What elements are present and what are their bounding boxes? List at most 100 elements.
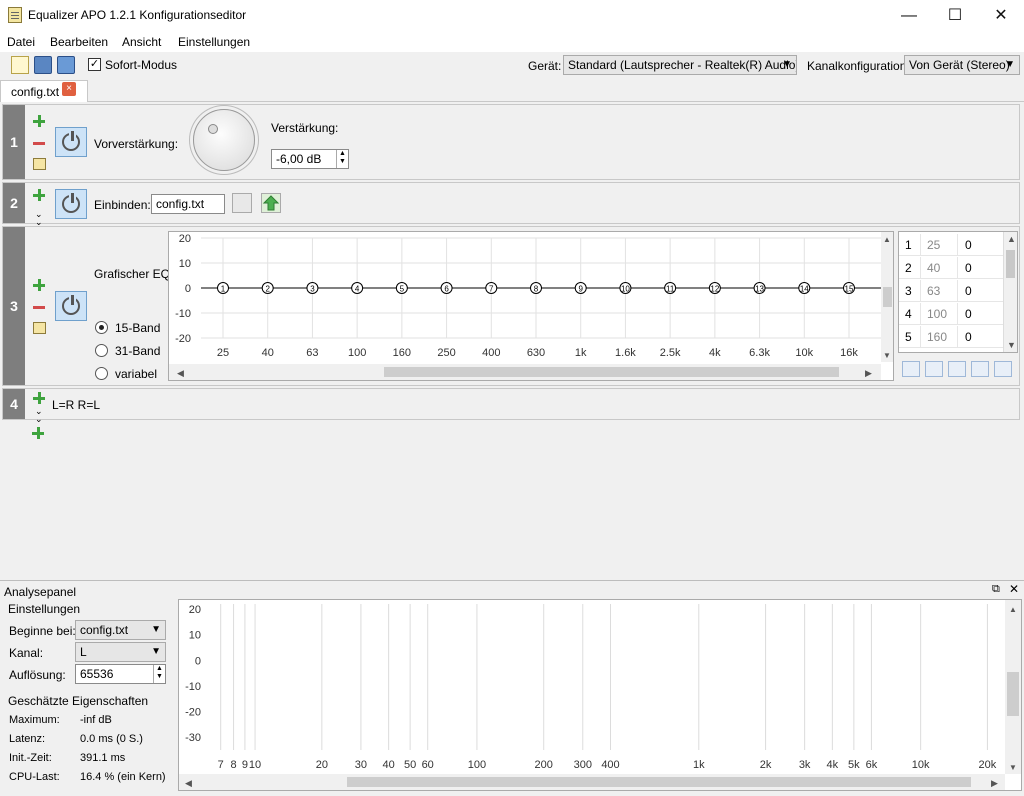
eq-y-tick: 20 — [179, 233, 191, 245]
add-icon[interactable] — [33, 115, 45, 127]
analysis-x-tick: 6k — [866, 759, 878, 771]
eq-x-tick: 25 — [217, 347, 229, 359]
eq-band-label: 12 — [710, 285, 719, 294]
analysis-x-tick: 20 — [316, 759, 328, 771]
analysis-y-tick: -30 — [185, 732, 201, 744]
channel-config-select[interactable]: Von Gerät (Stereo) ▼ — [904, 55, 1020, 75]
radio-31-band[interactable] — [95, 344, 108, 357]
power-toggle[interactable] — [55, 127, 87, 157]
expand-icon[interactable]: ⌄ ⌄ — [35, 407, 43, 424]
eq-x-tick: 40 — [262, 347, 274, 359]
scroll-thumb[interactable] — [1006, 250, 1015, 278]
menu-settings[interactable]: Einstellungen — [178, 35, 250, 49]
undock-icon[interactable]: ⧉ — [992, 583, 1000, 596]
invert-response-icon[interactable] — [948, 361, 966, 377]
add-filter-icon[interactable] — [32, 427, 44, 439]
normalize-response-icon[interactable] — [971, 361, 989, 377]
include-file-input[interactable]: config.txt — [151, 194, 225, 214]
close-panel-icon[interactable]: ✕ — [1009, 582, 1019, 596]
eq-band-label: 3 — [310, 285, 315, 294]
start-select[interactable]: config.txt ▼ — [75, 620, 166, 640]
eq-table-row[interactable]: 1 25 0 — [899, 234, 1003, 256]
radio-15-band[interactable] — [95, 321, 108, 334]
eq-table-gain[interactable]: 0 — [965, 307, 972, 321]
minimize-button[interactable]: — — [886, 0, 932, 31]
prop-init-label: Init.-Zeit: — [9, 752, 52, 764]
add-icon[interactable] — [33, 279, 45, 291]
expand-icon[interactable]: ⌄ ⌄ — [35, 210, 43, 227]
instant-mode-checkbox[interactable]: ✓ — [88, 58, 101, 71]
eq-band-label: 2 — [265, 285, 270, 294]
eq-band-label: 7 — [489, 285, 494, 294]
include-label: Einbinden: — [94, 198, 151, 212]
remove-icon[interactable] — [33, 306, 45, 309]
eq-table-row[interactable]: 5 160 0 — [899, 326, 1003, 348]
eq-table-frequency[interactable]: 160 — [927, 330, 947, 344]
add-icon[interactable] — [33, 189, 45, 201]
eq-table-frequency[interactable]: 40 — [927, 261, 940, 275]
analysis-plot[interactable]: 7 8 9 10 20 30 40 50 60 100 200 300 400 1k 2k 3k 4k 5k 6k 1… — [178, 599, 1022, 791]
eq-table-frequency[interactable]: 25 — [927, 238, 940, 252]
eq-table-index: 3 — [905, 284, 912, 298]
add-icon[interactable] — [33, 392, 45, 404]
scroll-up-icon[interactable]: ▲ — [1007, 234, 1016, 244]
radio-variable[interactable] — [95, 367, 108, 380]
power-toggle[interactable] — [55, 189, 87, 219]
save-preset-icon[interactable] — [902, 361, 920, 377]
menu-file[interactable]: Datei — [7, 35, 35, 49]
arrow-up-icon[interactable] — [261, 193, 281, 213]
filter-row-graphic-eq: 3 Grafischer EQ: 15-Band 31-Band variabe… — [2, 226, 1020, 386]
eq-table-row[interactable]: 2 40 0 — [899, 257, 1003, 279]
menu-edit[interactable]: Bearbeiten — [50, 35, 108, 49]
analysis-panel: Analysepanel ⧉ ✕ Einstellungen Beginne b… — [0, 580, 1024, 796]
eq-table-gain[interactable]: 0 — [965, 330, 972, 344]
spin-arrows[interactable]: ▲ ▼ — [153, 665, 165, 683]
channel-config-label: Kanalkonfiguration: — [807, 59, 910, 73]
eq-table-divider — [957, 234, 958, 256]
eq-table-divider — [957, 257, 958, 279]
eq-x-tick: 2.5k — [660, 347, 681, 359]
save-icon[interactable] — [34, 56, 52, 74]
eq-table-row[interactable]: 4 100 0 — [899, 303, 1003, 325]
reset-response-icon[interactable] — [994, 361, 1012, 377]
close-tab-icon[interactable]: × — [62, 82, 76, 96]
eq-y-tick: 0 — [185, 283, 191, 295]
eq-band-label: 13 — [755, 285, 764, 294]
scroll-down-icon[interactable]: ▼ — [1007, 340, 1016, 350]
edit-icon[interactable] — [33, 158, 46, 170]
save-as-icon[interactable] — [57, 56, 75, 74]
remove-icon[interactable] — [33, 142, 45, 145]
channel-select[interactable]: L ▼ — [75, 642, 166, 662]
maximize-button[interactable]: ☐ — [932, 0, 978, 31]
new-file-icon[interactable] — [11, 56, 29, 74]
gain-spinbox[interactable]: -6,00 dB ▲ ▼ — [271, 149, 349, 169]
eq-chart[interactable]: 20100-10-2025 40 63 100 160 250 400 630 1k 1.6k 2.… — [169, 232, 893, 380]
eq-table-frequency[interactable]: 100 — [927, 307, 947, 321]
eq-x-tick: 160 — [393, 347, 411, 359]
analysis-x-tick: 30 — [355, 759, 367, 771]
load-preset-icon[interactable] — [925, 361, 943, 377]
gain-knob[interactable] — [193, 109, 255, 171]
eq-table-gain[interactable]: 0 — [965, 261, 972, 275]
menu-view[interactable]: Ansicht — [122, 35, 161, 49]
edit-icon[interactable] — [33, 322, 46, 334]
open-file-icon[interactable] — [232, 193, 252, 213]
row-number: 1 — [3, 105, 25, 179]
eq-x-tick: 630 — [527, 347, 545, 359]
chevron-down-icon: ▼ — [782, 59, 792, 70]
eq-table-row[interactable]: 3 63 0 — [899, 280, 1003, 302]
eq-band-table[interactable]: 1 25 0 2 40 0 3 63 0 4 100 0 5 160 0 ▲ ▼ — [898, 231, 1018, 353]
power-toggle[interactable] — [55, 291, 87, 321]
eq-table-gain[interactable]: 0 — [965, 238, 972, 252]
analysis-y-tick: 0 — [195, 655, 201, 667]
close-button[interactable]: ✕ — [978, 0, 1024, 31]
resolution-spinbox[interactable]: 65536 ▲ ▼ — [75, 664, 166, 684]
eq-x-tick: 1.6k — [615, 347, 636, 359]
device-select[interactable]: Standard (Lautsprecher - Realtek(R) Audi… — [563, 55, 797, 75]
spin-arrows[interactable]: ▲ ▼ — [336, 150, 348, 168]
analysis-chart[interactable]: 7 8 9 10 20 30 40 50 60 100 200 300 400 1k 2k 3k 4k 5k 6k 1… — [179, 600, 1021, 790]
eq-table-frequency[interactable]: 63 — [927, 284, 940, 298]
table-scrollbar[interactable]: ▲ ▼ — [1003, 232, 1017, 352]
graphic-eq-plot[interactable]: 20 10 0 -10 -20 25 40 63 100 160 250 400 630 1k 1.6k 2.… — [168, 231, 894, 381]
eq-table-gain[interactable]: 0 — [965, 284, 972, 298]
